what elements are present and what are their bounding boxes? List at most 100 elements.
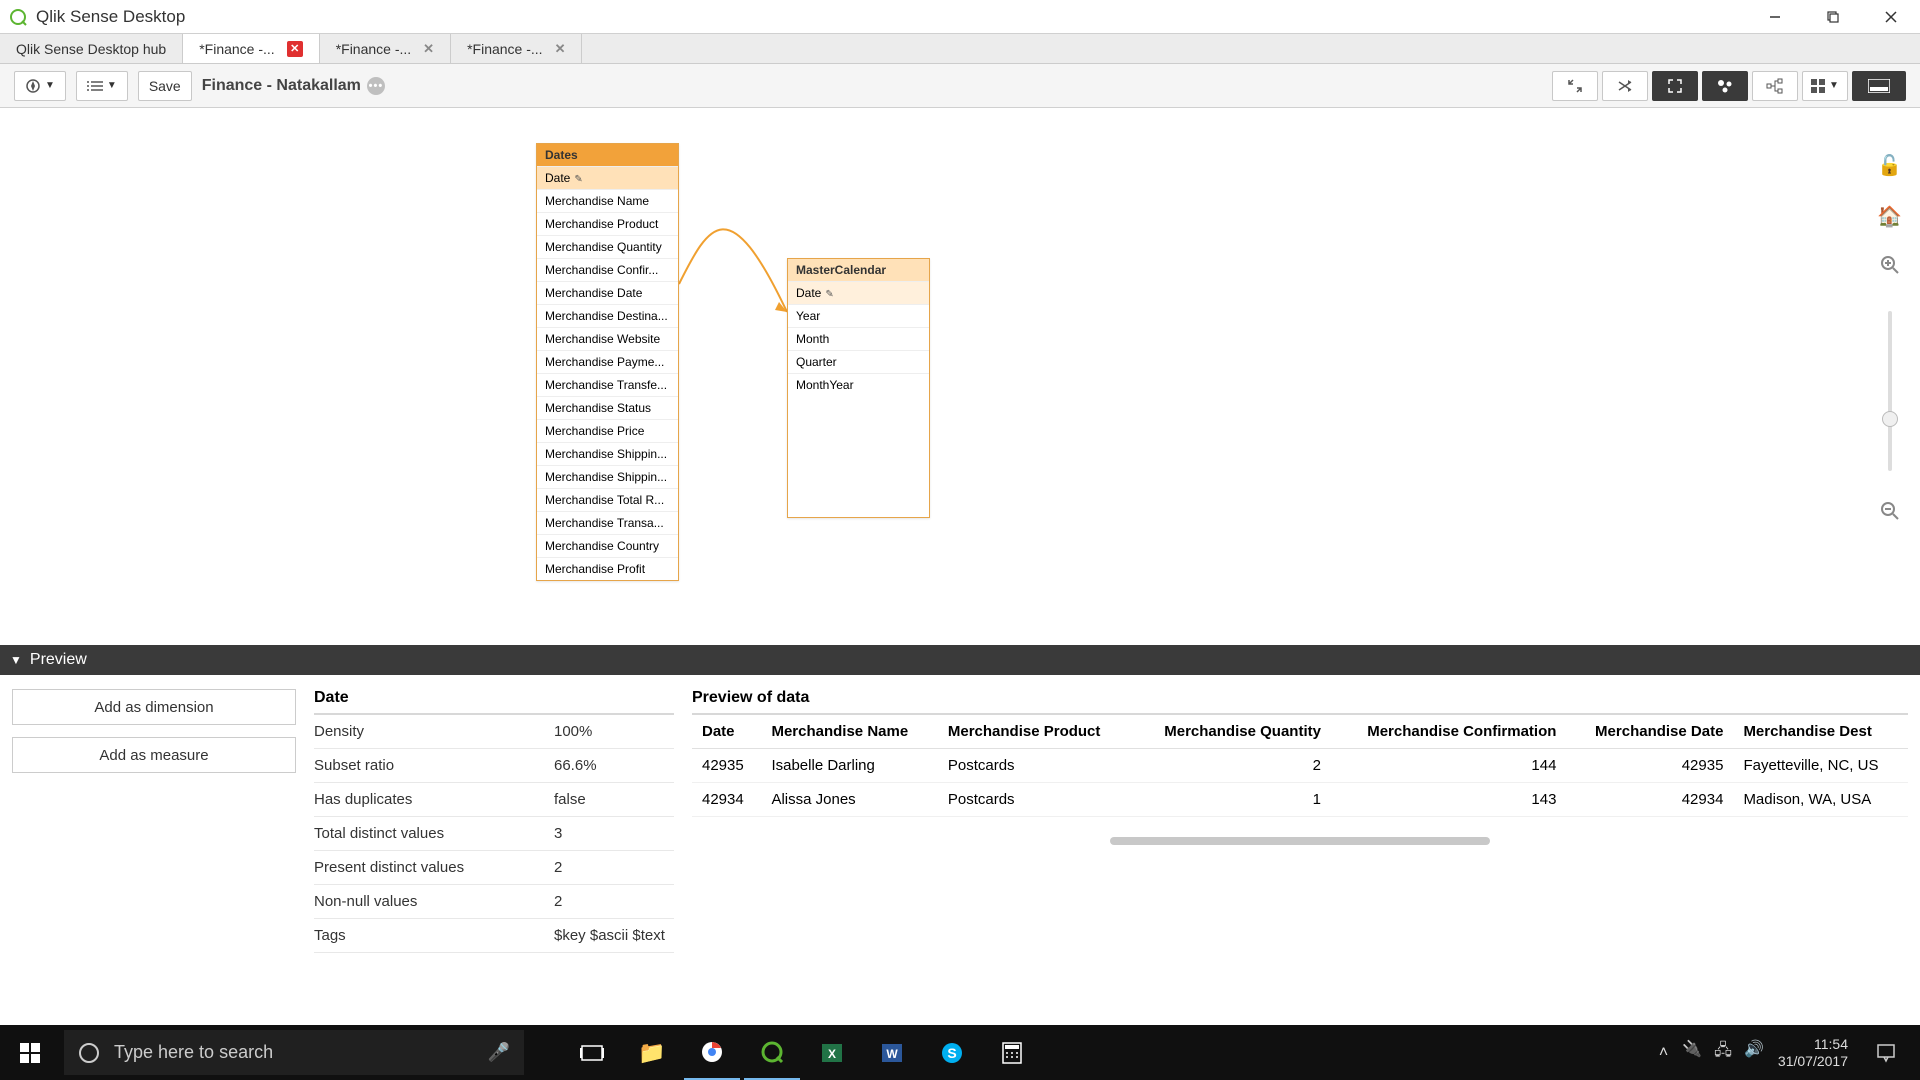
tab-label: Qlik Sense Desktop hub xyxy=(16,41,166,57)
grid-icon xyxy=(1811,79,1825,93)
zoom-out-icon[interactable] xyxy=(1880,501,1900,527)
table-field[interactable]: Merchandise Destina... xyxy=(537,304,678,327)
taskbar-app-calculator[interactable] xyxy=(984,1025,1040,1080)
lock-icon[interactable]: 🔓 xyxy=(1877,153,1902,178)
col-header[interactable]: Date xyxy=(692,715,761,749)
tab-close-icon[interactable]: ✕ xyxy=(287,41,303,57)
table-field[interactable]: Merchandise Profit xyxy=(537,557,678,580)
table-field[interactable]: Merchandise Total R... xyxy=(537,488,678,511)
stat-row: Subset ratio66.6% xyxy=(314,749,674,783)
tab-close-icon[interactable]: ✕ xyxy=(423,41,434,57)
shuffle-button[interactable] xyxy=(1602,71,1648,101)
table-field[interactable]: Quarter xyxy=(788,350,929,373)
col-header[interactable]: Merchandise Confirmation xyxy=(1331,715,1566,749)
table-field[interactable]: Merchandise Transa... xyxy=(537,511,678,534)
key-icon: ✎ xyxy=(574,174,582,185)
window-close-button[interactable] xyxy=(1862,0,1920,34)
expand-view-button[interactable] xyxy=(1652,71,1698,101)
action-center-button[interactable] xyxy=(1862,1025,1910,1080)
table-field[interactable]: Merchandise Date xyxy=(537,281,678,304)
add-as-dimension-button[interactable]: Add as dimension xyxy=(12,689,296,725)
main-toolbar: ▼ ▼ Save Finance - Natakallam ••• ▼ xyxy=(0,64,1920,108)
zoom-thumb[interactable] xyxy=(1882,411,1898,427)
tray-expand-icon[interactable]: ˄ xyxy=(1659,1044,1668,1062)
taskbar-clock[interactable]: 11:54 31/07/2017 xyxy=(1778,1036,1848,1070)
col-header[interactable]: Merchandise Quantity xyxy=(1132,715,1331,749)
table-field[interactable]: Merchandise Country xyxy=(537,534,678,557)
preview-panel: Add as dimension Add as measure Date Den… xyxy=(0,675,1920,1025)
collapse-view-button[interactable] xyxy=(1552,71,1598,101)
table-card-dates[interactable]: Dates Date✎ Merchandise Name Merchandise… xyxy=(536,143,679,581)
table-field-key[interactable]: Date✎ xyxy=(537,166,678,189)
preview-panel-header[interactable]: ▼ Preview xyxy=(0,645,1920,675)
table-field[interactable]: Merchandise Price xyxy=(537,419,678,442)
volume-icon[interactable]: 🔊 xyxy=(1744,1039,1764,1066)
tab-finance-2[interactable]: *Finance -... ✕ xyxy=(320,34,451,63)
windows-taskbar: Type here to search 🎤 📁 X W S ˄ 🔌 🖧 xyxy=(0,1025,1920,1080)
tab-hub[interactable]: Qlik Sense Desktop hub xyxy=(0,34,183,63)
table-card-mastercalendar[interactable]: MasterCalendar Date✎ Year Month Quarter … xyxy=(787,258,930,518)
panel-toggle-button[interactable] xyxy=(1852,71,1906,101)
stat-row: Non-null values2 xyxy=(314,885,674,919)
table-field[interactable]: Merchandise Payme... xyxy=(537,350,678,373)
tree-view-button[interactable] xyxy=(1752,71,1798,101)
list-menu-button[interactable]: ▼ xyxy=(76,71,128,101)
add-as-measure-button[interactable]: Add as measure xyxy=(12,737,296,773)
microphone-icon[interactable]: 🎤 xyxy=(488,1042,510,1063)
col-header[interactable]: Merchandise Dest xyxy=(1733,715,1908,749)
taskbar-app-chrome[interactable] xyxy=(684,1025,740,1080)
task-view-button[interactable] xyxy=(564,1025,620,1080)
table-field[interactable]: Merchandise Product xyxy=(537,212,678,235)
table-field[interactable]: Merchandise Quantity xyxy=(537,235,678,258)
zoom-slider[interactable] xyxy=(1888,311,1892,471)
col-header[interactable]: Merchandise Product xyxy=(938,715,1132,749)
window-minimize-button[interactable] xyxy=(1746,0,1804,34)
window-maximize-button[interactable] xyxy=(1804,0,1862,34)
save-button[interactable]: Save xyxy=(138,71,192,101)
list-icon xyxy=(87,80,103,92)
key-icon: ✎ xyxy=(825,289,833,300)
table-field[interactable]: Year xyxy=(788,304,929,327)
battery-icon[interactable]: 🔌 xyxy=(1682,1039,1702,1066)
data-model-canvas[interactable]: Dates Date✎ Merchandise Name Merchandise… xyxy=(0,108,1920,645)
zoom-in-icon[interactable] xyxy=(1880,255,1900,281)
tab-close-icon[interactable]: ✕ xyxy=(555,41,566,57)
table-row[interactable]: 42935 Isabelle Darling Postcards 2 144 4… xyxy=(692,749,1908,783)
taskbar-app-qlik[interactable] xyxy=(744,1025,800,1080)
table-field[interactable]: MonthYear xyxy=(788,373,929,396)
start-button[interactable] xyxy=(0,1043,60,1063)
data-preview-heading: Preview of data xyxy=(692,689,1908,715)
table-field[interactable]: Merchandise Status xyxy=(537,396,678,419)
col-header[interactable]: Merchandise Date xyxy=(1566,715,1733,749)
col-header[interactable]: Merchandise Name xyxy=(761,715,937,749)
home-icon[interactable]: 🏠 xyxy=(1877,204,1902,229)
table-row[interactable]: 42934 Alissa Jones Postcards 1 143 42934… xyxy=(692,783,1908,817)
table-field[interactable]: Month xyxy=(788,327,929,350)
taskview-icon xyxy=(580,1044,604,1062)
table-field-key[interactable]: Date✎ xyxy=(788,281,929,304)
table-field[interactable]: Merchandise Name xyxy=(537,189,678,212)
table-field[interactable]: Merchandise Confir... xyxy=(537,258,678,281)
grid-view-button[interactable]: ▼ xyxy=(1802,71,1848,101)
tab-finance-3[interactable]: *Finance -... ✕ xyxy=(451,34,582,63)
table-field[interactable]: Merchandise Shippin... xyxy=(537,442,678,465)
taskbar-app-excel[interactable]: X xyxy=(804,1025,860,1080)
nav-menu-button[interactable]: ▼ xyxy=(14,71,66,101)
svg-text:W: W xyxy=(886,1047,898,1061)
taskbar-app-skype[interactable]: S xyxy=(924,1025,980,1080)
taskbar-search[interactable]: Type here to search 🎤 xyxy=(64,1030,524,1075)
word-icon: W xyxy=(880,1041,904,1065)
taskbar-app-word[interactable]: W xyxy=(864,1025,920,1080)
bubble-view-button[interactable] xyxy=(1702,71,1748,101)
more-options-icon[interactable]: ••• xyxy=(367,77,385,95)
table-field[interactable]: Merchandise Website xyxy=(537,327,678,350)
table-header: Dates xyxy=(537,144,678,166)
network-icon[interactable]: 🖧 xyxy=(1714,1039,1732,1066)
taskbar-app-explorer[interactable]: 📁 xyxy=(624,1025,680,1080)
horizontal-scrollbar[interactable] xyxy=(1110,837,1490,845)
stat-row: Total distinct values3 xyxy=(314,817,674,851)
tab-finance-1[interactable]: *Finance -... ✕ xyxy=(183,34,319,63)
table-field[interactable]: Merchandise Transfe... xyxy=(537,373,678,396)
table-field[interactable]: Merchandise Shippin... xyxy=(537,465,678,488)
bubble-icon xyxy=(1716,78,1734,94)
